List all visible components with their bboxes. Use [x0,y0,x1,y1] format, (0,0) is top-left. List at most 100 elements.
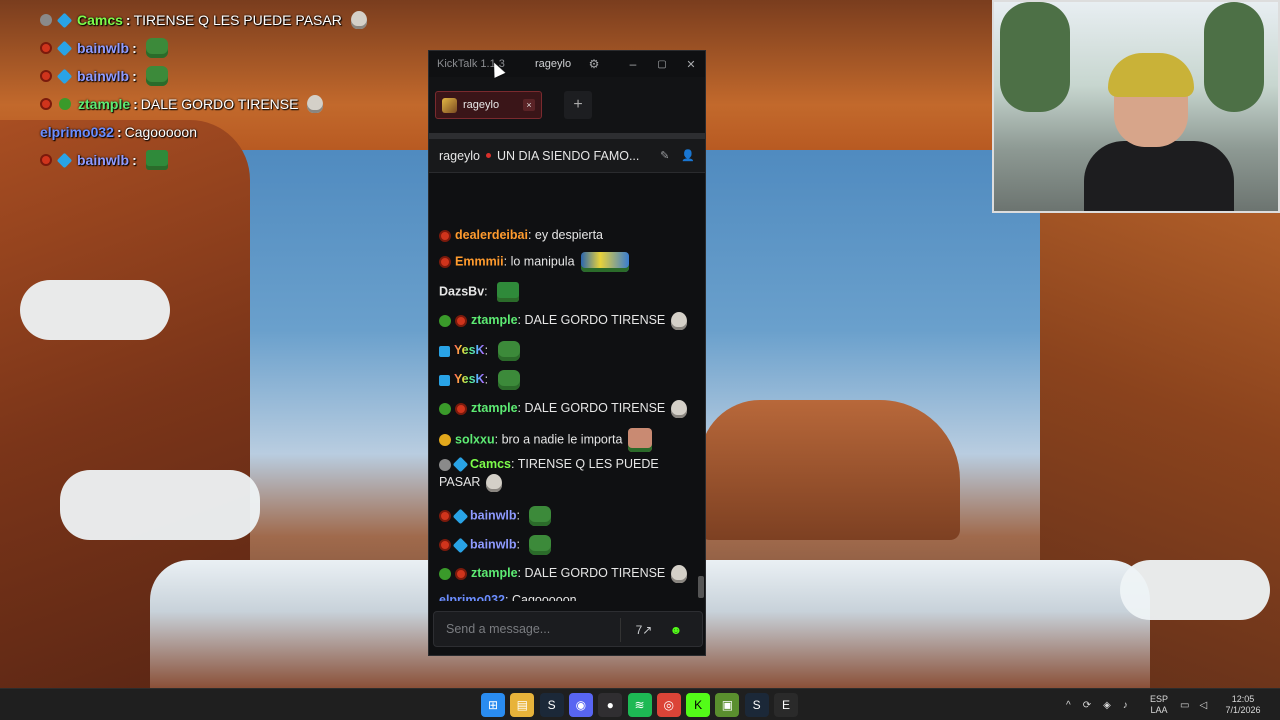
tab-rageylo[interactable]: rageylo × [435,91,542,119]
kick-badge-icon [452,537,469,553]
pepe-emote[interactable] [145,66,168,86]
box-emote[interactable] [145,150,168,170]
network-icon[interactable]: ▭ [1180,700,1189,711]
chat-message[interactable]: elprimo032: Cagooooon [439,591,694,601]
subscriber-badge-icon [40,154,52,166]
tray-overflow-chevron-icon[interactable]: ^ [1066,700,1071,711]
close-window-icon[interactable]: ✕ [680,54,702,74]
chat-username[interactable]: DazsBv [439,284,484,298]
chat-username[interactable]: Camcs [470,457,511,471]
pepe-emote[interactable] [529,506,552,526]
verified-badge-icon [439,314,451,327]
message-colon: : [517,401,525,415]
overlay-username: bainwlb [77,152,130,168]
skull-emote[interactable] [486,473,503,492]
volume-icon[interactable]: ◁ [1199,700,1207,711]
chat-username[interactable]: elprimo032 [439,593,505,601]
settings-gear-icon[interactable]: ⚙ [583,54,605,74]
chat-message[interactable]: Camcs: TIRENSE Q LES PUEDE PASAR [439,455,694,492]
chat-username[interactable]: bainwlb [470,508,517,522]
skull-emote[interactable] [307,95,324,113]
verified-badge-icon [439,402,451,415]
webcam-background-tree [1000,2,1070,112]
keyboard-language[interactable]: ESP LAA [1150,694,1168,716]
tray-app-icon[interactable]: ⟳ [1083,700,1091,711]
tray-security-icon[interactable]: ◈ [1103,700,1111,711]
overlay-colon: : [132,152,137,168]
overlay-colon: : [132,40,137,56]
chat-username[interactable]: ztample [471,313,518,327]
message-colon: : [516,508,524,523]
verified-badge-icon [59,98,71,110]
pepe-emote[interactable] [529,535,552,555]
spotify-icon[interactable]: ≋ [627,693,652,717]
send-message-input[interactable] [446,622,616,636]
skull-emote[interactable] [350,11,367,29]
subscriber-badge-icon [455,567,467,580]
chat-message[interactable]: Emmmii: lo manipula [439,252,694,272]
chat-username[interactable]: bainwlb [470,537,517,551]
system-tray: ^ ⟳ ◈ ♪ [1066,689,1128,720]
overlay-chat-line: ztample: DALE GORDO TIRENSE [40,90,370,118]
chat-username[interactable]: dealerdeibai [455,228,528,242]
chat-scrollbar[interactable] [698,576,704,598]
chat-messages-list[interactable]: dealerdeibai: ey despierta Emmmii: lo man… [429,174,699,601]
chat-username[interactable]: YesK [454,372,485,386]
chat-message-text: DALE GORDO TIRENSE [524,401,666,415]
chat-message[interactable]: YesK: [439,370,694,390]
add-tab-button[interactable]: + [564,91,592,119]
chat-message[interactable]: DazsBv: [439,282,694,302]
vip-badge-icon [439,374,450,386]
start-icon[interactable]: ⊞ [481,693,505,717]
titlebar-username[interactable]: rageylo [535,58,571,70]
kick-icon[interactable]: K [686,693,711,717]
subscriber-badge-icon [40,70,52,82]
clock[interactable]: 12:05 7/1/2026 [1216,694,1270,716]
chat-username[interactable]: solxxu [455,432,495,446]
window-titlebar[interactable]: KickTalk 1.1.3 rageylo ⚙ – ▢ ✕ [429,51,705,77]
chat-message[interactable]: bainwlb: [439,506,694,526]
skull-emote[interactable] [671,564,688,583]
pepe-emote[interactable] [497,370,520,390]
pepe-emote[interactable] [145,38,168,58]
steam-icon-2[interactable]: S [744,693,769,717]
chat-username[interactable]: ztample [471,401,518,415]
skull-emote[interactable] [671,311,688,330]
obs-icon[interactable]: ● [598,693,623,717]
layout-code: LAA [1150,705,1168,715]
chat-message[interactable]: dealerdeibai: ey despierta [439,226,694,244]
discord-icon[interactable]: ◉ [568,693,593,717]
pinned-message-icon[interactable]: ✎ [660,149,669,162]
chat-username[interactable]: Emmmii [455,254,504,268]
chat-message[interactable]: solxxu: bro a nadie le importa [439,428,694,452]
file-explorer-icon[interactable]: ▤ [510,693,535,717]
chrome-icon[interactable]: ◎ [656,693,681,717]
steam-icon[interactable]: S [539,693,564,717]
overlay-message-text: Cagooooon [124,124,198,140]
chat-message[interactable]: ztample: DALE GORDO TIRENSE [439,564,694,583]
minimize-icon[interactable]: – [622,54,644,74]
face-emote[interactable] [628,428,653,452]
7tv-emotes-icon[interactable]: 7↗ [632,618,656,642]
live-indicator-icon [486,153,491,158]
chat-message[interactable]: bainwlb: [439,535,694,555]
chat-username[interactable]: YesK [454,343,485,357]
chat-message[interactable]: ztample: DALE GORDO TIRENSE [439,311,694,330]
chatters-list-icon[interactable]: 👤 [681,149,695,162]
box-emote[interactable] [497,282,520,302]
minecraft-icon[interactable]: ▣ [715,693,740,717]
wallpaper-snow-patch [20,280,170,340]
car-emote[interactable] [580,252,629,272]
chat-message[interactable]: ztample: DALE GORDO TIRENSE [439,399,694,418]
chat-message[interactable]: YesK: [439,341,694,361]
channel-name: rageylo [439,148,480,163]
overlay-message-text: TIRENSE Q LES PUEDE PASAR [133,12,342,28]
pepe-emote[interactable] [497,341,520,361]
epic-games-icon[interactable]: E [774,693,798,717]
tray-mic-icon[interactable]: ♪ [1123,700,1128,711]
maximize-icon[interactable]: ▢ [651,54,673,74]
tab-close-icon[interactable]: × [523,99,535,111]
kick-emotes-icon[interactable]: ☻ [664,618,688,642]
chat-username[interactable]: ztample [471,566,518,580]
skull-emote[interactable] [671,399,688,418]
